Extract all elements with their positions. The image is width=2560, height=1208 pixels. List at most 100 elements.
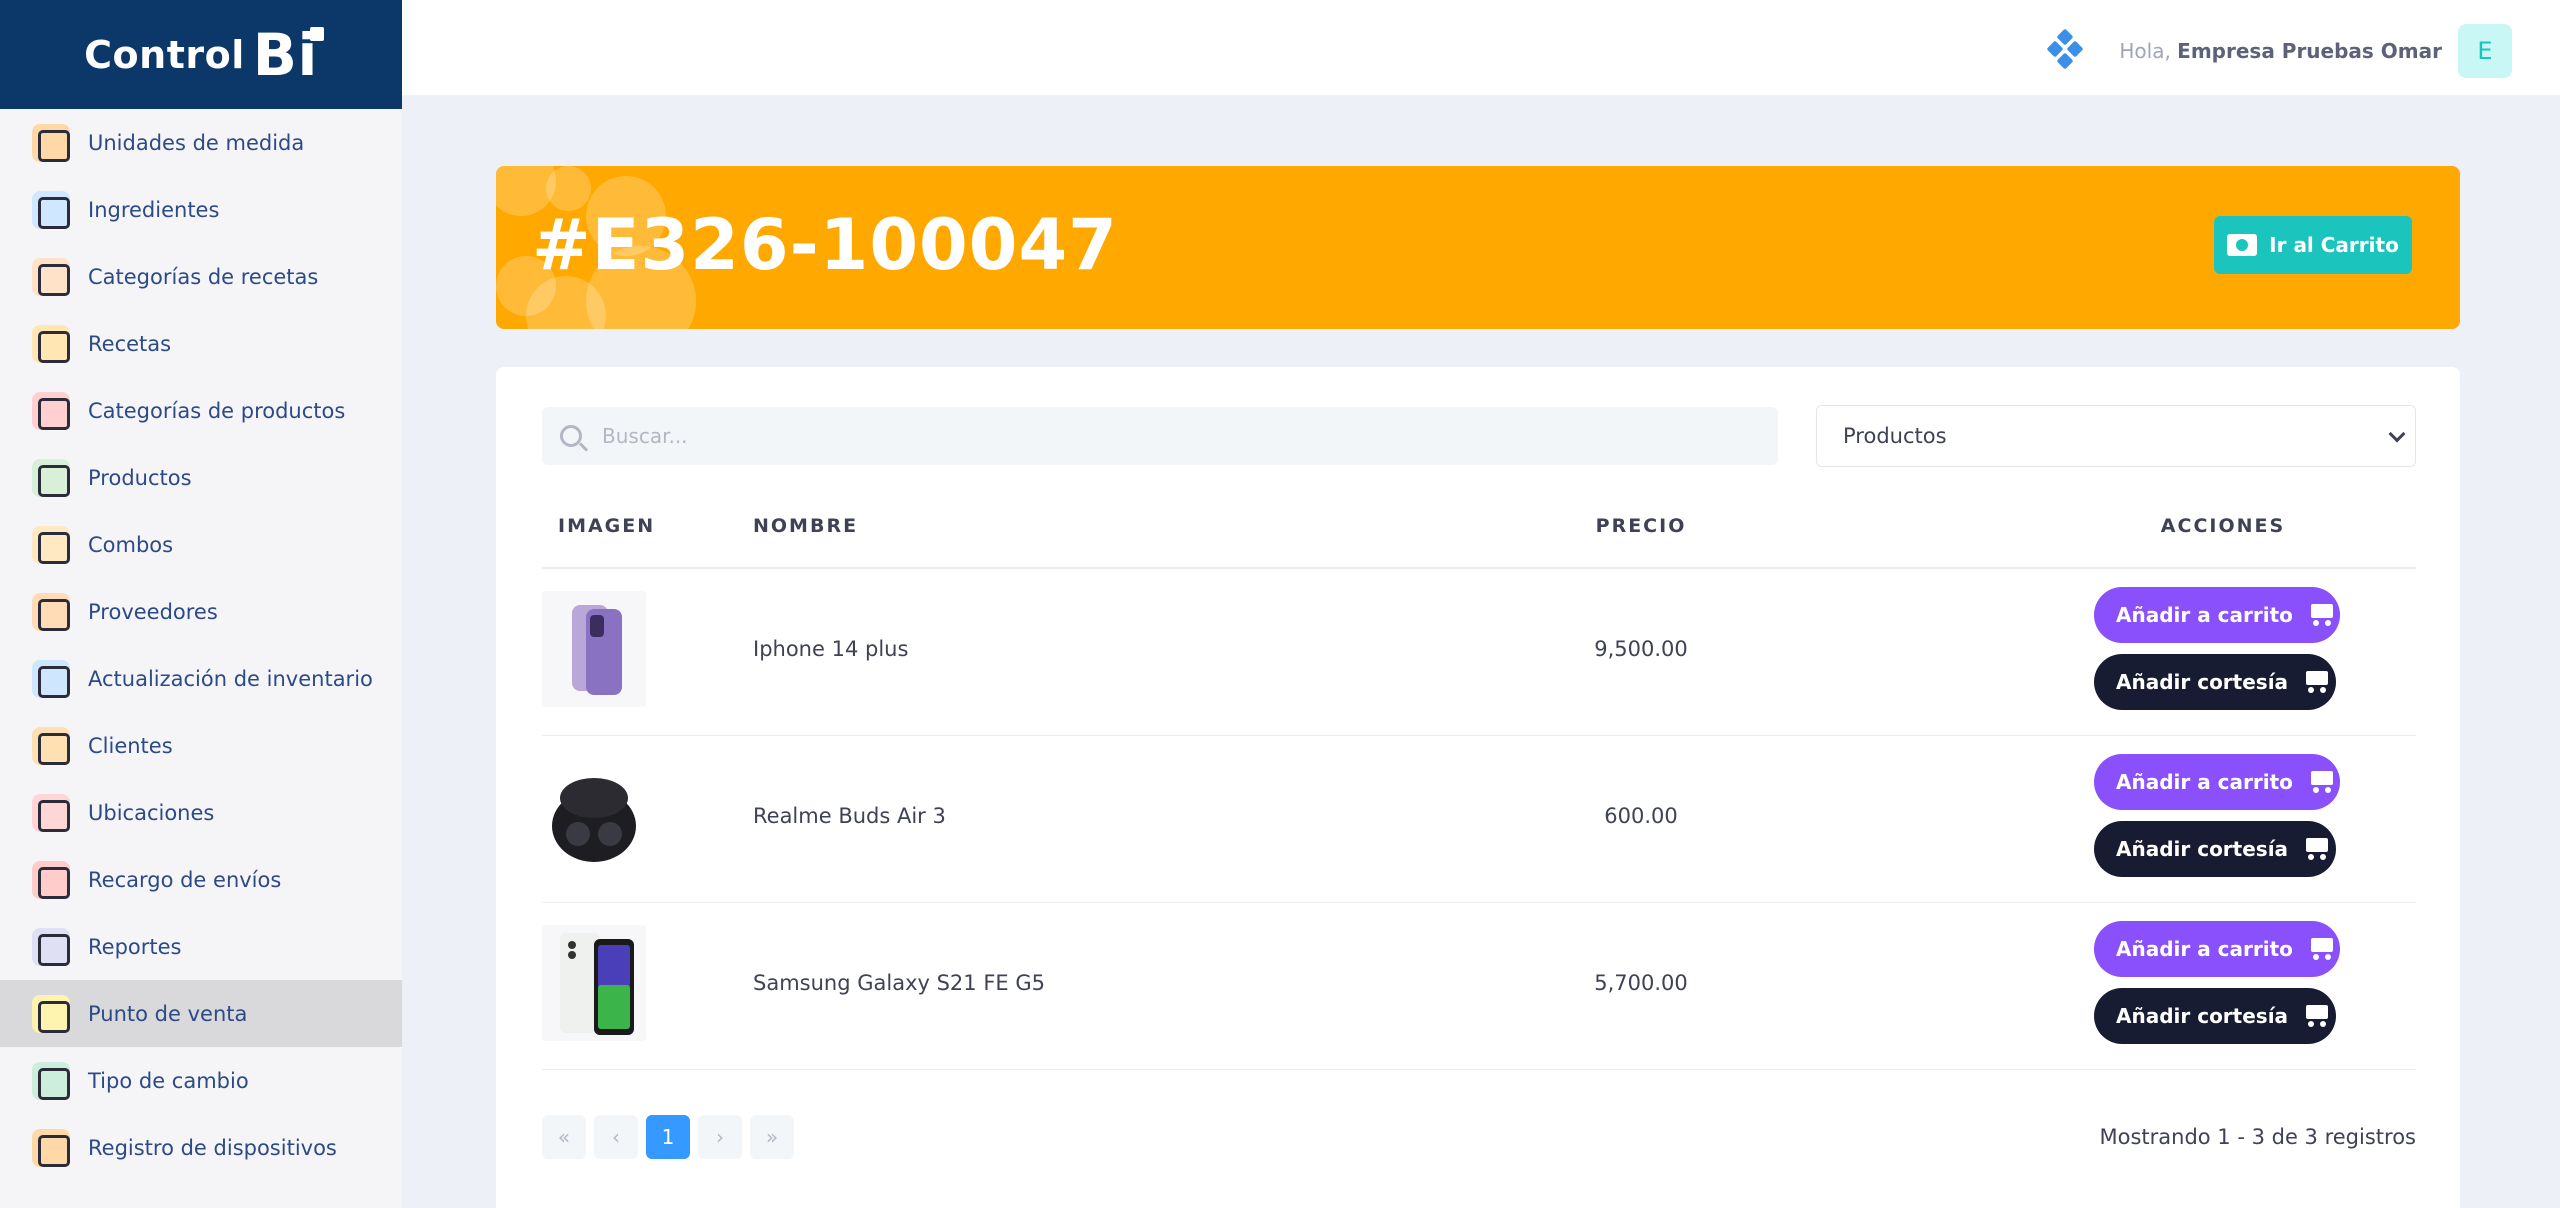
delivery-scooter-icon (32, 860, 70, 899)
add-courtesy-label: Añadir cortesía (2116, 670, 2289, 694)
boxes-icon (32, 458, 70, 497)
sidebar-item-categorias-recetas[interactable]: Categorías de recetas (0, 243, 402, 310)
sidebar-item-clientes[interactable]: Clientes (0, 712, 402, 779)
first-page-button[interactable]: « (542, 1115, 586, 1159)
cart-plus-icon (2307, 936, 2337, 962)
column-header-image: IMAGEN (558, 515, 656, 537)
product-name: Samsung Galaxy S21 FE G5 (753, 971, 1045, 995)
sidebar-item-categorias-productos[interactable]: Categorías de productos (0, 377, 402, 444)
product-image-earbuds (542, 758, 646, 874)
cart-plus-icon (2302, 1003, 2332, 1029)
go-to-cart-label: Ir al Carrito (2269, 233, 2399, 257)
table-row: Samsung Galaxy S21 FE G5 5,700.00 Añadir… (542, 903, 2416, 1070)
product-price: 9,500.00 (1594, 637, 1688, 661)
sidebar-item-productos[interactable]: Productos (0, 444, 402, 511)
table-header: IMAGEN NOMBRE PRECIO ACCIONES (542, 515, 2416, 569)
search-box[interactable] (542, 407, 1778, 465)
add-courtesy-label: Añadir cortesía (2116, 837, 2289, 861)
sidebar-item-proveedores[interactable]: Proveedores (0, 578, 402, 645)
sidebar-item-label: Clientes (88, 733, 173, 758)
column-header-price: PRECIO (1595, 515, 1687, 537)
product-name: Iphone 14 plus (753, 637, 909, 661)
sidebar-item-label: Registro de dispositivos (88, 1135, 337, 1160)
brand-name: Control (84, 32, 245, 77)
sidebar-item-recargo-envios[interactable]: Recargo de envíos (0, 846, 402, 913)
cooking-pot-icon (32, 324, 70, 363)
sidebar-item-punto-de-venta[interactable]: Punto de venta (0, 980, 402, 1047)
cart-plus-icon (2307, 769, 2337, 795)
currency-exchange-icon (32, 1061, 70, 1100)
chevron-down-icon (2388, 425, 2406, 443)
search-input[interactable] (602, 424, 1752, 448)
brand-logo[interactable]: Control Bi (0, 0, 402, 109)
add-to-cart-label: Añadir a carrito (2116, 770, 2293, 794)
sidebar-nav: Unidades de medida Ingredientes Categorí… (0, 109, 402, 1181)
product-name: Realme Buds Air 3 (753, 804, 946, 828)
user-greeting[interactable]: Hola, Empresa Pruebas Omar (2119, 39, 2442, 63)
supplier-store-icon (32, 592, 70, 631)
brand-suffix: Bi (252, 20, 324, 89)
category-select[interactable]: Productos (1816, 405, 2416, 467)
column-header-name: NOMBRE (753, 515, 859, 537)
store-shelf-icon (32, 391, 70, 430)
greeting-prefix: Hola, (2119, 39, 2171, 63)
sidebar-item-label: Proveedores (88, 599, 218, 624)
sidebar-item-label: Ubicaciones (88, 800, 215, 825)
customers-icon (32, 726, 70, 765)
sidebar: Control Bi Unidades de medida Ingredient… (0, 0, 402, 1208)
add-courtesy-button[interactable]: Añadir cortesía (2094, 654, 2336, 710)
add-to-cart-button[interactable]: Añadir a carrito (2094, 587, 2340, 643)
cart-plus-icon (2307, 602, 2337, 628)
sidebar-item-label: Ingredientes (88, 197, 220, 222)
avatar[interactable]: E (2458, 24, 2512, 78)
sidebar-item-recetas[interactable]: Recetas (0, 310, 402, 377)
sidebar-item-registro-dispositivos[interactable]: Registro de dispositivos (0, 1114, 402, 1181)
sidebar-item-label: Tipo de cambio (88, 1068, 249, 1093)
products-card: Productos IMAGEN NOMBRE PRECIO ACCIONES … (496, 367, 2460, 1208)
recipe-book-icon (32, 257, 70, 296)
quick-actions-icon[interactable] (2045, 28, 2085, 71)
order-banner: #E326-100047 Ir al Carrito (496, 166, 2460, 329)
add-courtesy-button[interactable]: Añadir cortesía (2094, 988, 2336, 1044)
next-page-button[interactable]: › (698, 1115, 742, 1159)
reports-icon (32, 927, 70, 966)
add-to-cart-label: Añadir a carrito (2116, 937, 2293, 961)
cart-plus-icon (2302, 836, 2332, 862)
food-combo-icon (32, 525, 70, 564)
column-header-actions: ACCIONES (2160, 515, 2286, 537)
inventory-icon (32, 659, 70, 698)
add-to-cart-button[interactable]: Añadir a carrito (2094, 754, 2340, 810)
search-icon (560, 425, 582, 447)
user-area: Hola, Empresa Pruebas Omar E (2045, 24, 2512, 78)
page-1-button[interactable]: 1 (646, 1115, 690, 1159)
product-image-galaxy (542, 925, 646, 1041)
add-to-cart-button[interactable]: Añadir a carrito (2094, 921, 2340, 977)
sidebar-item-label: Recetas (88, 331, 172, 356)
add-courtesy-label: Añadir cortesía (2116, 1004, 2289, 1028)
sidebar-item-unidades-de-medida[interactable]: Unidades de medida (0, 109, 402, 176)
sidebar-item-actualizacion-inventario[interactable]: Actualización de inventario (0, 645, 402, 712)
sidebar-item-label: Categorías de recetas (88, 264, 319, 289)
sidebar-item-label: Productos (88, 465, 192, 490)
pagination: « ‹ 1 › » (542, 1115, 802, 1159)
jar-icon (32, 190, 70, 229)
sidebar-item-label: Recargo de envíos (88, 867, 282, 892)
devices-icon (32, 1128, 70, 1167)
user-name: Empresa Pruebas Omar (2177, 39, 2442, 63)
add-to-cart-label: Añadir a carrito (2116, 603, 2293, 627)
product-price: 600.00 (1604, 804, 1678, 828)
category-select-value: Productos (1843, 424, 1947, 448)
last-page-button[interactable]: » (750, 1115, 794, 1159)
sidebar-item-reportes[interactable]: Reportes (0, 913, 402, 980)
cash-register-icon (32, 994, 70, 1033)
table-row: Iphone 14 plus 9,500.00 Añadir a carrito… (542, 569, 2416, 736)
records-summary: Mostrando 1 - 3 de 3 registros (2099, 1125, 2417, 1149)
add-courtesy-button[interactable]: Añadir cortesía (2094, 821, 2336, 877)
go-to-cart-button[interactable]: Ir al Carrito (2214, 216, 2412, 274)
previous-page-button[interactable]: ‹ (594, 1115, 638, 1159)
sidebar-item-label: Punto de venta (88, 1001, 248, 1026)
sidebar-item-ingredientes[interactable]: Ingredientes (0, 176, 402, 243)
sidebar-item-tipo-de-cambio[interactable]: Tipo de cambio (0, 1047, 402, 1114)
sidebar-item-ubicaciones[interactable]: Ubicaciones (0, 779, 402, 846)
sidebar-item-combos[interactable]: Combos (0, 511, 402, 578)
